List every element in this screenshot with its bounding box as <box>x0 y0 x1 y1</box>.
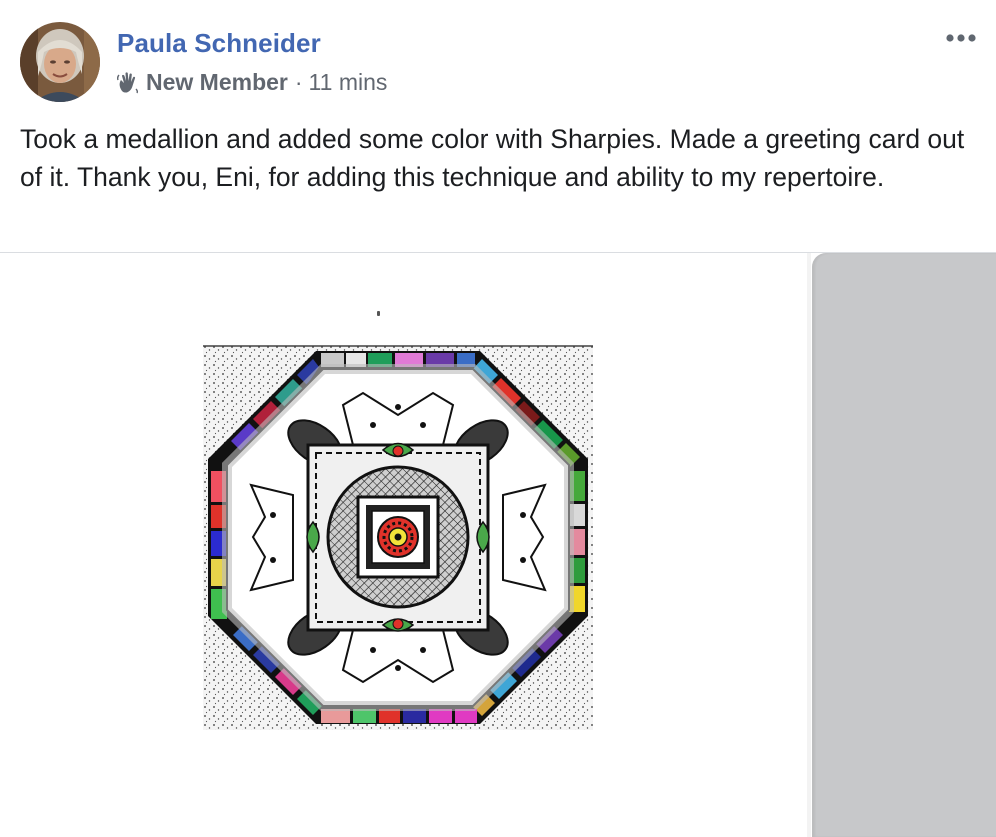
waving-hand-icon <box>116 71 139 95</box>
post-photo-secondary[interactable] <box>812 253 996 837</box>
post-timestamp[interactable]: 11 mins <box>309 69 388 96</box>
post-meta: New Member · 11 mins <box>116 69 388 96</box>
photo-grid <box>0 252 996 837</box>
paper-speck <box>377 311 380 316</box>
avatar-image <box>20 22 100 102</box>
feed-post: Paula Schneider New Member · 11 mins Too… <box>0 0 996 837</box>
member-badge-label[interactable]: New Member <box>146 69 288 96</box>
more-options-icon[interactable] <box>944 28 978 48</box>
post-body-text: Took a medallion and added some color wi… <box>20 124 965 192</box>
meta-separator: · <box>294 69 303 95</box>
medallion-drawing <box>203 345 593 730</box>
author-name-link[interactable]: Paula Schneider <box>117 28 321 59</box>
author-avatar[interactable] <box>20 22 100 102</box>
photo-divider <box>807 253 811 837</box>
post-photo-main[interactable] <box>0 253 808 837</box>
